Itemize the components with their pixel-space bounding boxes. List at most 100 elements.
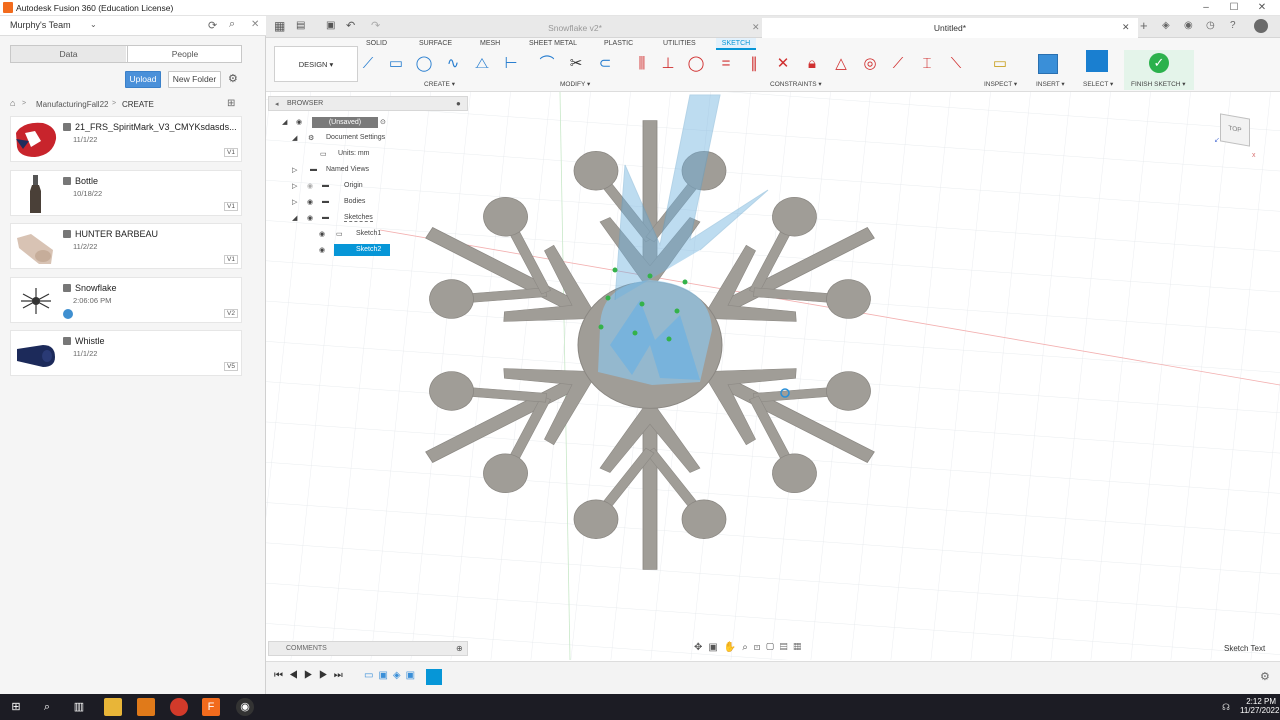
shared-link-icon[interactable] <box>63 309 73 319</box>
browser-header[interactable]: ◂ BROWSER ● <box>268 96 468 111</box>
visibility-eye-icon[interactable]: ◉ <box>307 214 313 222</box>
version-badge[interactable]: V1 <box>224 202 238 211</box>
obs-icon[interactable]: ◉ <box>236 698 254 716</box>
close-window-button[interactable]: ✕ <box>1252 1 1272 15</box>
avatar[interactable] <box>1254 19 1268 33</box>
visibility-eye-icon[interactable]: ◉ <box>307 198 313 206</box>
fit-icon[interactable]: ⊡ <box>754 642 766 653</box>
close-tab-icon[interactable]: ✕ <box>1122 22 1130 33</box>
insert-image-icon[interactable] <box>1038 54 1058 74</box>
equal-icon[interactable]: = <box>716 54 736 74</box>
step-back-icon[interactable]: ◀ <box>289 670 304 681</box>
look-at-icon[interactable]: ▣ <box>708 642 723 653</box>
comments-panel[interactable]: COMMENTS ⊕ <box>268 641 468 656</box>
search-icon[interactable]: ⌕ <box>229 18 235 31</box>
file-card[interactable]: Whistle 11/1/22 V5 <box>10 330 242 376</box>
version-badge[interactable]: V1 <box>224 255 238 264</box>
expand-icon[interactable]: ▷ <box>292 198 297 206</box>
curvature-icon[interactable]: ⟍ <box>946 54 966 74</box>
fusion360-icon[interactable]: F <box>202 698 220 716</box>
trim-icon[interactable]: ✂ <box>566 54 586 74</box>
help-icon[interactable]: ? <box>1230 20 1236 31</box>
fix-lock-icon[interactable]: 🔒︎ <box>802 54 822 74</box>
tab-sheet-metal[interactable]: SHEET METAL <box>529 40 577 47</box>
tab-surface[interactable]: SURFACE <box>419 40 452 47</box>
checkmark-icon[interactable]: ✓ <box>1149 53 1169 73</box>
home-icon[interactable]: ⌂ <box>10 98 15 108</box>
close-panel-icon[interactable]: ✕ <box>251 19 259 30</box>
timeline-settings-gear-icon[interactable]: ⚙ <box>1260 670 1270 683</box>
browser-item-units[interactable]: Units: mm <box>338 150 370 157</box>
file-card[interactable]: 21_FRS_SpiritMark_V3_CMYKsdasds... 11/1/… <box>10 116 242 162</box>
tab-data[interactable]: Data <box>11 46 126 62</box>
record-icon[interactable]: ⊙ <box>380 118 386 126</box>
horizontal-vertical-icon[interactable]: ⌶ <box>917 54 937 74</box>
search-icon[interactable]: ⌕ <box>38 698 56 716</box>
version-badge[interactable]: V5 <box>224 362 238 371</box>
new-folder-button[interactable]: New Folder <box>168 71 221 88</box>
browser-options-icon[interactable]: ● <box>456 99 461 108</box>
windows-start-icon[interactable]: ⊞ <box>7 698 25 716</box>
visibility-eye-icon[interactable]: ◉ <box>307 182 313 190</box>
grid-menu-icon[interactable]: ▦ <box>274 19 285 33</box>
play-icon[interactable]: ▶ <box>304 670 319 681</box>
browser-root[interactable]: (Unsaved) <box>312 117 378 128</box>
measure-icon[interactable]: ▭ <box>990 54 1010 74</box>
expand-icon[interactable]: ◢ <box>292 134 297 142</box>
maximize-button[interactable]: ☐ <box>1224 1 1244 15</box>
file-card[interactable]: HUNTER BARBEAU 11/2/22 V1 <box>10 223 242 269</box>
skip-start-icon[interactable]: ⏮ <box>274 670 289 681</box>
symmetry-icon[interactable]: ⟋ <box>888 54 908 74</box>
finish-sketch-label[interactable]: FINISH SKETCH ▾ <box>1131 80 1186 88</box>
parallel-icon[interactable]: ∥ <box>744 54 764 74</box>
settings-gear-icon[interactable]: ⚙ <box>228 72 238 85</box>
tangent-icon[interactable]: ◯ <box>686 54 706 74</box>
app-icon[interactable] <box>137 698 155 716</box>
browser-item-origin[interactable]: Origin <box>344 182 363 189</box>
select-group-label[interactable]: SELECT ▾ <box>1083 80 1113 88</box>
browser-item-bodies[interactable]: Bodies <box>344 198 365 205</box>
timeline-feature-icon[interactable]: ◈ <box>393 670 406 681</box>
dimension-icon[interactable]: ⊢ <box>501 54 521 74</box>
notifications-icon[interactable]: ◷ <box>1206 20 1215 31</box>
expand-icon[interactable]: ▷ <box>292 182 297 190</box>
grid-settings-icon[interactable]: ▤ <box>780 642 794 653</box>
chevron-down-icon[interactable]: ⌄ <box>90 20 97 29</box>
viewports-icon[interactable]: ▦ <box>794 642 808 653</box>
expand-icon[interactable]: ◢ <box>292 214 297 222</box>
viewcube-face[interactable]: TOP <box>1220 113 1250 147</box>
redo-icon[interactable]: ↷ <box>371 19 380 32</box>
workspace-switcher[interactable]: DESIGN ▾ <box>274 46 358 82</box>
rectangle-icon[interactable]: ▭ <box>386 54 406 74</box>
insert-group-label[interactable]: INSERT ▾ <box>1036 80 1065 88</box>
circle-icon[interactable]: ◯ <box>414 54 434 74</box>
doc-tab-untitled[interactable]: Untitled* <box>762 18 1138 38</box>
visibility-eye-icon[interactable]: ◉ <box>319 246 325 254</box>
timeline-feature-icon[interactable]: ▣ <box>378 670 392 681</box>
perpendicular-icon[interactable]: ⊥ <box>658 54 678 74</box>
undo-icon[interactable]: ↶ <box>346 19 355 32</box>
clock[interactable]: 2:12 PM 11/27/2022 <box>1240 697 1279 715</box>
skip-end-icon[interactable]: ⏭ <box>334 670 349 681</box>
save-icon[interactable]: ▣ <box>326 20 335 31</box>
tab-sketch[interactable]: SKETCH <box>716 38 756 50</box>
collinear-icon[interactable]: ✕ <box>773 54 793 74</box>
timeline-feature-icon[interactable]: ▭ <box>364 670 378 681</box>
fillet-icon[interactable]: ⌒ <box>537 54 557 74</box>
constraints-group-label[interactable]: CONSTRAINTS ▾ <box>770 80 822 88</box>
collapse-icon[interactable]: ◂ <box>275 100 279 108</box>
viewcube[interactable]: TOP ↙ x <box>1214 113 1256 159</box>
doc-tab-snowflake[interactable]: Snowflake v2* <box>396 18 754 38</box>
expand-icon[interactable]: ◢ <box>282 118 287 126</box>
task-view-icon[interactable]: ▥ <box>70 698 88 716</box>
visibility-eye-icon[interactable]: ◉ <box>319 230 325 238</box>
minimize-button[interactable]: – <box>1196 1 1216 15</box>
tab-utilities[interactable]: UTILITIES <box>663 40 696 47</box>
display-settings-icon[interactable]: ▢ <box>766 642 780 653</box>
close-tab-icon[interactable]: ✕ <box>752 22 760 33</box>
spline-icon[interactable]: ∿ <box>443 54 463 74</box>
upload-button[interactable]: Upload <box>125 71 161 88</box>
zoom-icon[interactable]: ⌕ <box>742 642 754 653</box>
new-tab-icon[interactable]: + <box>1140 18 1148 33</box>
browser-item-sketches[interactable]: Sketches <box>344 214 373 222</box>
